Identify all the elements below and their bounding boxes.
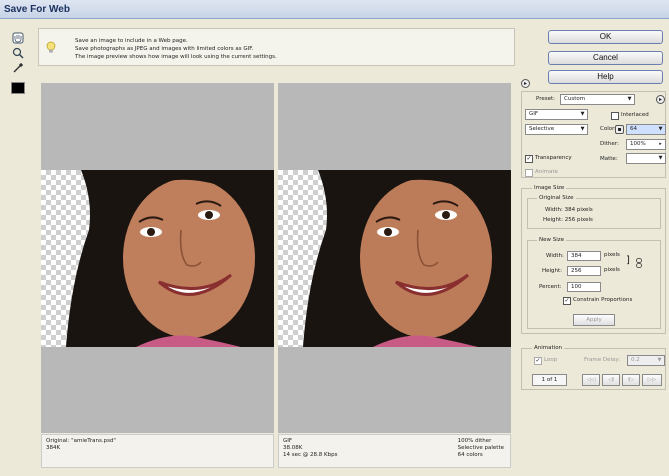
loop-checkbox[interactable]: ✓ bbox=[534, 357, 542, 365]
info-panel: Save an image to include in a Web page. … bbox=[38, 28, 515, 66]
interlaced-checkbox[interactable] bbox=[611, 112, 619, 120]
optimized-preview-pane[interactable] bbox=[278, 83, 511, 433]
next-frame-button[interactable]: I▷ bbox=[622, 374, 640, 386]
last-frame-button[interactable]: ▷▷ bbox=[642, 374, 662, 386]
image-size-title: Image Size bbox=[532, 185, 567, 191]
original-filesize: 384K bbox=[46, 445, 61, 451]
zoom-icon[interactable] bbox=[11, 46, 25, 59]
dither-label: Dither: bbox=[600, 141, 619, 147]
palette-value: Selective bbox=[529, 126, 555, 132]
matte-select[interactable]: ▼ bbox=[626, 153, 666, 164]
ok-button[interactable]: OK bbox=[548, 30, 663, 44]
format-select[interactable]: GIF ▼ bbox=[525, 109, 588, 120]
help-button[interactable]: Help bbox=[548, 70, 663, 84]
link-bracket-icon: ] bbox=[626, 255, 630, 266]
width-input[interactable]: 384 bbox=[567, 251, 601, 261]
percent-label: Percent: bbox=[539, 284, 562, 290]
hand-icon[interactable] bbox=[11, 31, 25, 44]
cancel-button[interactable]: Cancel bbox=[548, 51, 663, 65]
original-filename: Original: "amieTrans.psd" bbox=[46, 438, 116, 444]
new-size-title: New Size bbox=[537, 237, 567, 243]
optimize-menu-arrow-icon[interactable]: ▸ bbox=[656, 95, 665, 104]
matte-label: Matte: bbox=[600, 156, 618, 162]
frame-delay-select[interactable]: 0.2 ▼ bbox=[627, 355, 665, 366]
frame-delay-value: 0.2 bbox=[631, 357, 640, 363]
optimized-palette: Selective palette bbox=[457, 445, 504, 451]
colors-icon: ▪ bbox=[615, 125, 624, 134]
previous-frame-button[interactable]: ◁I bbox=[602, 374, 620, 386]
percent-input[interactable]: 100 bbox=[567, 282, 601, 292]
chevron-down-icon: ▼ bbox=[658, 155, 663, 161]
chevron-right-icon: ▸ bbox=[659, 141, 662, 147]
interlaced-label: Interlaced bbox=[621, 112, 649, 118]
preview-menu-arrow-icon[interactable]: ▸ bbox=[521, 79, 530, 88]
constrain-proportions-label: Constrain Proportions bbox=[573, 297, 633, 303]
format-value: GIF bbox=[529, 111, 539, 117]
preset-select[interactable]: Custom ▼ bbox=[560, 94, 635, 105]
palette-select[interactable]: Selective ▼ bbox=[525, 124, 588, 135]
chevron-down-icon: ▼ bbox=[627, 96, 632, 102]
height-label: Height: bbox=[542, 268, 563, 274]
preset-value: Custom bbox=[564, 96, 586, 102]
original-width-text: Width: 384 pixels bbox=[545, 207, 593, 213]
frame-delay-label: Frame Delay: bbox=[584, 357, 621, 363]
optimized-dither: 100% dither bbox=[457, 438, 492, 444]
dither-field[interactable]: 100% ▸ bbox=[626, 139, 666, 150]
chevron-down-icon: ▼ bbox=[657, 357, 662, 363]
dither-value: 100% bbox=[630, 141, 646, 147]
first-frame-button[interactable]: ◁◁ bbox=[582, 374, 600, 386]
apply-button[interactable]: Apply bbox=[573, 314, 615, 326]
chevron-down-icon: ▼ bbox=[580, 111, 585, 117]
animate-checkbox[interactable] bbox=[525, 169, 533, 177]
width-unit: pixels bbox=[604, 252, 620, 258]
original-info: Original: "amieTrans.psd" 384K bbox=[41, 434, 274, 468]
original-height-text: Height: 256 pixels bbox=[543, 217, 593, 223]
animate-label: Animate bbox=[535, 169, 559, 175]
height-input[interactable]: 256 bbox=[567, 266, 601, 276]
original-image bbox=[41, 170, 274, 347]
original-size-title: Original Size bbox=[537, 195, 576, 201]
colors-value: 64 bbox=[630, 126, 637, 132]
original-size-group bbox=[527, 198, 661, 229]
info-line: The image preview shows how image will l… bbox=[75, 54, 277, 60]
preset-label: Preset: bbox=[536, 96, 556, 102]
optimized-info: GIF 38.08K 14 sec @ 28.8 Kbps 100% dithe… bbox=[278, 434, 511, 468]
chain-link-icon bbox=[636, 258, 642, 270]
transparency-label: Transparency bbox=[535, 155, 572, 161]
colors-select[interactable]: 64 ▼ bbox=[626, 124, 666, 135]
frame-counter: 1 of 1 bbox=[532, 374, 567, 386]
loop-label: Loop bbox=[544, 357, 558, 363]
animation-title: Animation bbox=[532, 345, 565, 351]
info-text: Save an image to include in a Web page. … bbox=[75, 37, 277, 61]
original-preview-pane[interactable] bbox=[41, 83, 274, 433]
lightbulb-icon bbox=[46, 41, 56, 57]
transparency-checkbox[interactable]: ✓ bbox=[525, 155, 533, 163]
optimized-image bbox=[278, 170, 511, 347]
info-line: Save photographs as JPEG and images with… bbox=[75, 46, 254, 52]
eyedropper-color-swatch[interactable] bbox=[11, 82, 25, 94]
optimized-colors: 64 colors bbox=[457, 452, 483, 458]
height-unit: pixels bbox=[604, 267, 620, 273]
window-title: Save For Web bbox=[4, 4, 70, 15]
title-bar: Save For Web bbox=[0, 0, 669, 19]
eyedropper-icon[interactable] bbox=[11, 61, 25, 74]
constrain-proportions-checkbox[interactable]: ✓ bbox=[563, 297, 571, 305]
toolbox bbox=[8, 29, 30, 94]
width-label: Width: bbox=[546, 253, 564, 259]
chevron-down-icon: ▼ bbox=[658, 126, 663, 132]
chevron-down-icon: ▼ bbox=[580, 126, 585, 132]
info-line: Save an image to include in a Web page. bbox=[75, 38, 188, 44]
